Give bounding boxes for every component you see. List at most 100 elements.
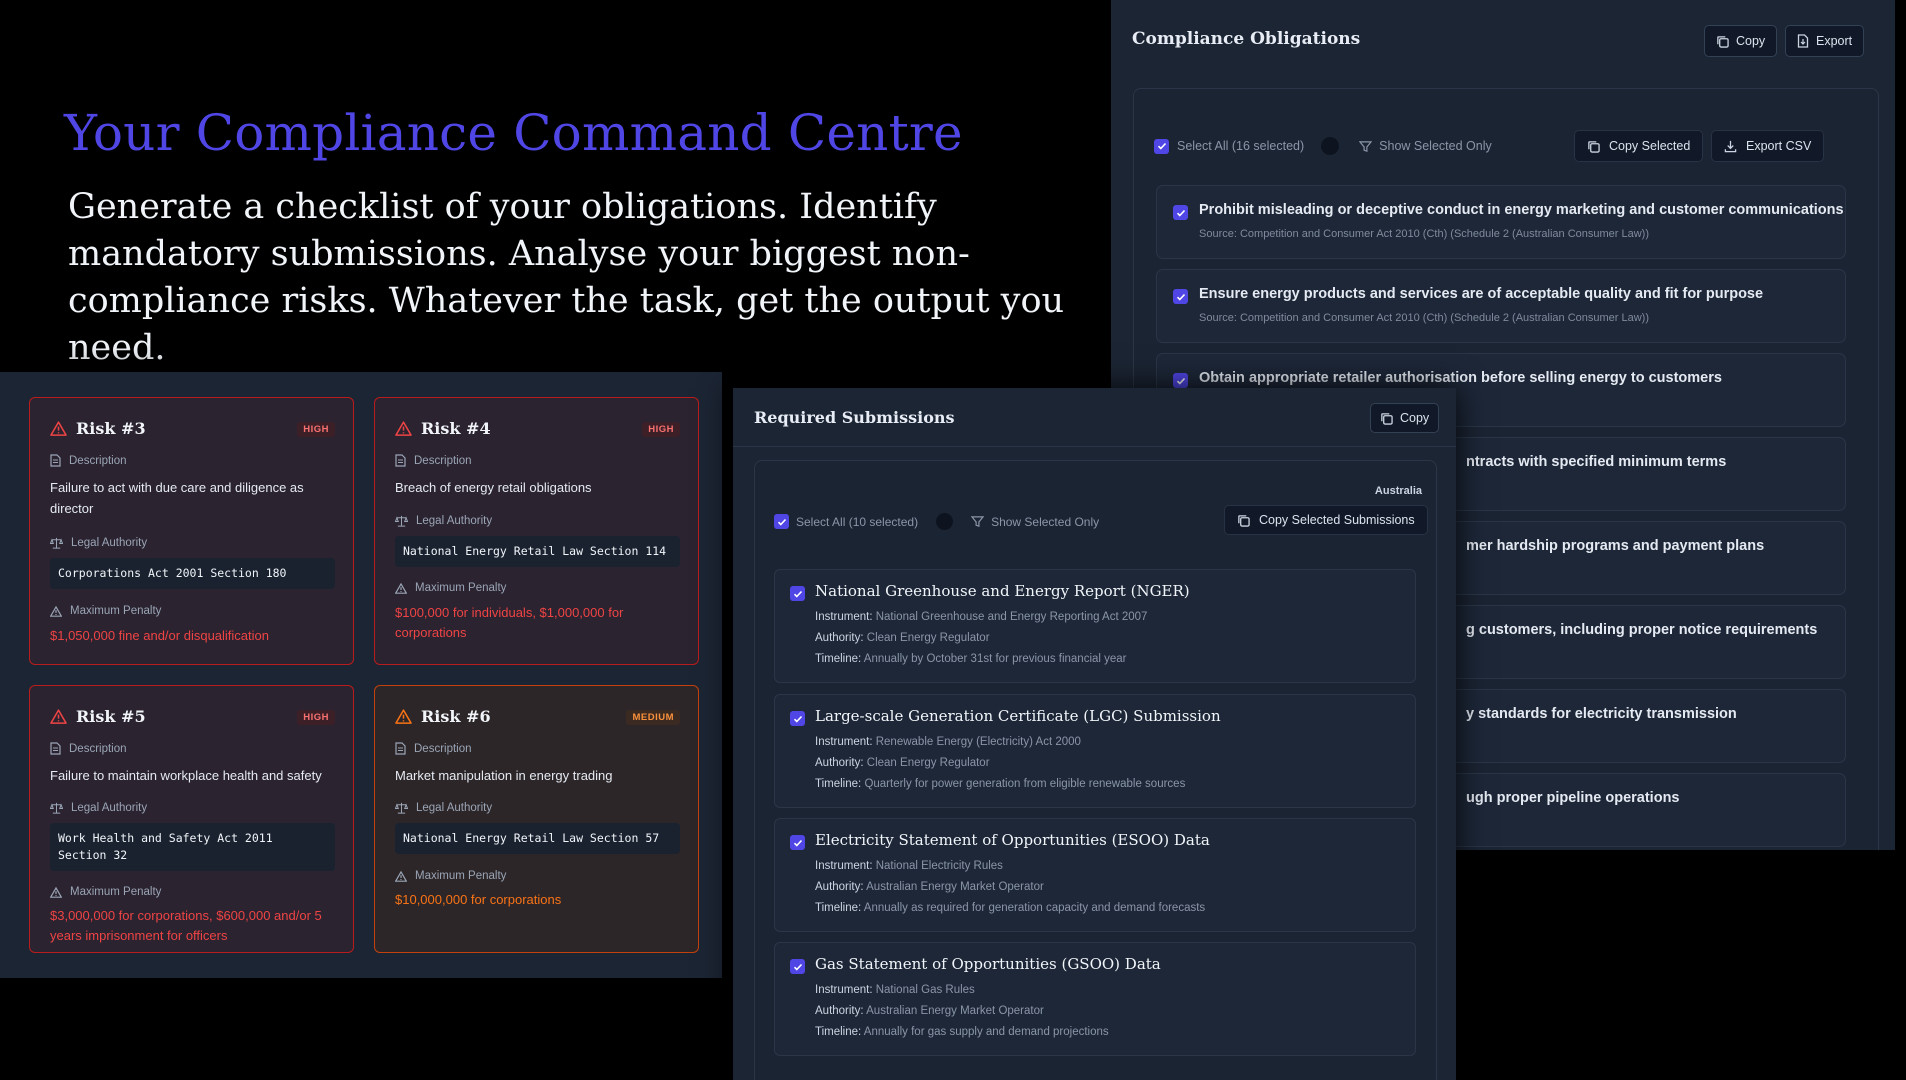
submission-item[interactable]: Electricity Statement of Opportunities (…	[774, 818, 1416, 932]
export-label: Export	[1816, 34, 1853, 48]
header-divider	[733, 446, 1456, 447]
submission-title: National Greenhouse and Energy Report (N…	[815, 582, 1190, 600]
warning-icon	[50, 605, 62, 617]
submission-timeline: Timeline: Annually for gas supply and de…	[815, 1026, 1109, 1038]
warning-icon	[50, 421, 67, 436]
copy-icon	[1380, 412, 1393, 425]
obligations-copy-button[interactable]: Copy	[1704, 25, 1778, 57]
obligation-title: y standards for electricity transmission	[1466, 706, 1737, 722]
risk-card: Risk #3 HIGH Description Failure to act …	[29, 397, 354, 665]
submission-item[interactable]: National Greenhouse and Energy Report (N…	[774, 569, 1416, 683]
description-label: Description	[395, 454, 472, 467]
maximum-penalty-label: Maximum Penalty	[50, 886, 161, 898]
filter-icon	[1359, 140, 1373, 153]
submission-timeline: Timeline: Quarterly for power generation…	[815, 778, 1186, 790]
obligations-toolbar: Select All (16 selected) Show Selected O…	[1154, 137, 1492, 155]
risk-legal-authority: Work Health and Safety Act 2011 Section …	[50, 823, 335, 871]
legal-authority-label: Legal Authority	[50, 802, 147, 814]
risk-title: Risk #4	[421, 419, 491, 438]
submission-checkbox[interactable]	[790, 959, 805, 974]
hero-subtitle: Generate a checklist of your obligations…	[68, 187, 1065, 368]
risk-card: Risk #5 HIGH Description Failure to main…	[29, 685, 354, 953]
document-icon	[395, 742, 406, 755]
select-all-checkbox[interactable]	[774, 514, 789, 529]
document-icon	[395, 454, 406, 467]
risk-title: Risk #5	[76, 707, 146, 726]
document-icon	[50, 742, 61, 755]
maximum-penalty-label: Maximum Penalty	[395, 582, 506, 594]
download-icon	[1724, 140, 1737, 153]
obligation-title: ntracts with specified minimum terms	[1466, 454, 1727, 470]
obligations-export-button[interactable]: Export	[1785, 25, 1865, 57]
submission-title: Electricity Statement of Opportunities (…	[815, 831, 1210, 849]
submission-authority: Authority: Clean Energy Regulator	[815, 632, 990, 644]
submission-checkbox[interactable]	[790, 586, 805, 601]
risk-penalty: $100,000 for individuals, $1,000,000 for…	[395, 605, 624, 640]
show-selected-toggle[interactable]	[1321, 137, 1340, 155]
risk-description: Market manipulation in energy trading	[395, 768, 613, 783]
obligation-title: Prohibit misleading or deceptive conduct…	[1199, 202, 1844, 218]
obligation-checkbox[interactable]	[1173, 289, 1188, 304]
risk-description: Failure to maintain workplace health and…	[50, 768, 322, 783]
document-icon	[50, 454, 61, 467]
risk-severity-badge: HIGH	[297, 710, 335, 725]
scale-icon	[50, 537, 63, 549]
submissions-toolbar: Select All (10 selected) Show Selected O…	[774, 513, 1099, 530]
select-all-checkbox[interactable]	[1154, 138, 1169, 154]
filter-icon	[971, 515, 985, 528]
submission-instrument: Instrument: National Electricity Rules	[815, 860, 1003, 872]
obligation-checkbox[interactable]	[1173, 373, 1188, 388]
warning-icon	[50, 709, 67, 724]
submissions-copy-button[interactable]: Copy	[1370, 403, 1440, 433]
copy-icon	[1587, 140, 1600, 153]
risk-severity-badge: HIGH	[642, 422, 680, 437]
copy-selected-label: Copy Selected	[1609, 139, 1691, 153]
select-all-label: Select All (10 selected)	[796, 514, 919, 529]
export-csv-label: Export CSV	[1746, 139, 1812, 153]
copy-label: Copy	[1400, 411, 1430, 425]
risk-penalty: $3,000,000 for corporations, $600,000 an…	[50, 908, 322, 943]
risk-legal-authority: National Energy Retail Law Section 114	[395, 536, 680, 567]
submission-checkbox[interactable]	[790, 835, 805, 850]
warning-icon	[395, 870, 407, 882]
description-label: Description	[395, 742, 472, 755]
obligation-item[interactable]: Ensure energy products and services are …	[1156, 269, 1846, 343]
submission-authority: Authority: Australian Energy Market Oper…	[815, 881, 1044, 893]
hero-title: Your Compliance Command Centre	[64, 104, 963, 162]
obligation-checkbox[interactable]	[1173, 205, 1188, 220]
show-selected-label[interactable]: Show Selected Only	[1379, 139, 1492, 153]
obligation-title: mer hardship programs and payment plans	[1466, 538, 1765, 554]
risk-cards-panel: Risk #3 HIGH Description Failure to act …	[0, 372, 722, 978]
copy-selected-submissions-button[interactable]: Copy Selected Submissions	[1224, 505, 1428, 535]
warning-icon	[395, 709, 412, 724]
copy-label: Copy	[1736, 34, 1766, 48]
required-submissions-panel: Required Submissions Copy Australia Sele…	[733, 388, 1456, 1080]
obligation-title: ugh proper pipeline operations	[1466, 790, 1680, 806]
obligation-source: Source: Competition and Consumer Act 201…	[1199, 228, 1649, 240]
obligation-item[interactable]: Prohibit misleading or deceptive conduct…	[1156, 185, 1846, 259]
show-selected-label[interactable]: Show Selected Only	[991, 515, 1099, 529]
submission-title: Gas Statement of Opportunities (GSOO) Da…	[815, 955, 1161, 973]
submission-checkbox[interactable]	[790, 711, 805, 726]
risk-penalty: $10,000,000 for corporations	[395, 892, 562, 907]
risk-description: Breach of energy retail obligations	[395, 480, 592, 495]
warning-icon	[50, 886, 62, 898]
show-selected-toggle[interactable]	[936, 513, 954, 530]
submission-timeline: Timeline: Annually as required for gener…	[815, 902, 1206, 914]
copy-selected-button[interactable]: Copy Selected	[1574, 130, 1704, 162]
submission-item[interactable]: Gas Statement of Opportunities (GSOO) Da…	[774, 942, 1416, 1056]
submission-authority: Authority: Clean Energy Regulator	[815, 757, 990, 769]
obligation-title: g customers, including proper notice req…	[1466, 622, 1818, 638]
risk-legal-authority: National Energy Retail Law Section 57	[395, 823, 680, 854]
submission-item[interactable]: Large-scale Generation Certificate (LGC)…	[774, 694, 1416, 808]
maximum-penalty-label: Maximum Penalty	[395, 870, 506, 882]
hero-section: Your Compliance Command Centre Generate …	[0, 0, 1111, 372]
copy-icon	[1716, 35, 1729, 48]
submission-timeline: Timeline: Annually by October 31st for p…	[815, 653, 1127, 665]
country-label: Australia	[1374, 485, 1422, 497]
risk-penalty: $1,050,000 fine and/or disqualification	[50, 628, 269, 643]
select-all-label: Select All (16 selected)	[1177, 139, 1305, 153]
risk-description: Failure to act with due care and diligen…	[50, 480, 304, 516]
risk-card: Risk #6 MEDIUM Description Market manipu…	[374, 685, 699, 953]
export-csv-button[interactable]: Export CSV	[1711, 130, 1825, 162]
